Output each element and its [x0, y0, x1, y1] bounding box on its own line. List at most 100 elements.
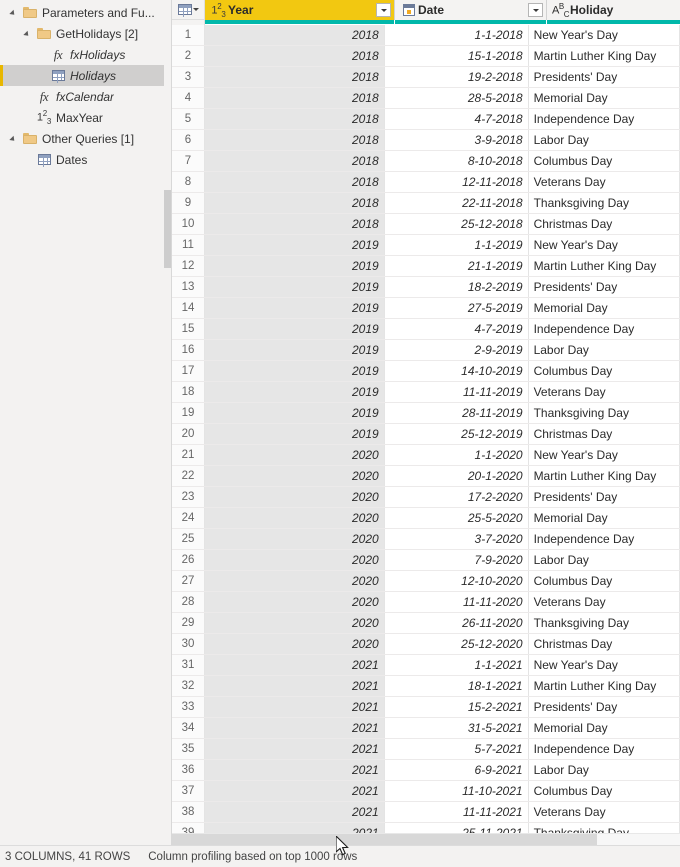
column-header-holiday[interactable]: ABCHoliday: [547, 0, 680, 20]
cell-year[interactable]: 2018: [205, 67, 385, 87]
cell-date[interactable]: 17-2-2020: [385, 487, 529, 507]
cell-year[interactable]: 2020: [205, 466, 385, 486]
cell-holiday[interactable]: Thanksgiving Day: [529, 613, 680, 633]
table-row[interactable]: 620183-9-2018Labor Day: [172, 130, 680, 151]
cell-holiday[interactable]: Memorial Day: [529, 718, 680, 738]
cell-holiday[interactable]: Labor Day: [529, 130, 680, 150]
cell-year[interactable]: 2018: [205, 172, 385, 192]
table-row[interactable]: 14201927-5-2019Memorial Day: [172, 298, 680, 319]
query-item-other-queries-1[interactable]: Other Queries [1]: [0, 128, 171, 149]
cell-holiday[interactable]: New Year's Day: [529, 445, 680, 465]
grid-horizontal-scrollbar[interactable]: [172, 833, 680, 845]
cell-holiday[interactable]: Christmas Day: [529, 634, 680, 654]
expand-collapse-toggle[interactable]: [20, 31, 34, 37]
cell-year[interactable]: 2018: [205, 46, 385, 66]
table-row[interactable]: 4201828-5-2018Memorial Day: [172, 88, 680, 109]
cell-year[interactable]: 2018: [205, 151, 385, 171]
cell-date[interactable]: 11-11-2019: [385, 382, 529, 402]
table-row[interactable]: 13201918-2-2019Presidents' Day: [172, 277, 680, 298]
cell-year[interactable]: 2018: [205, 88, 385, 108]
cell-holiday[interactable]: Presidents' Day: [529, 277, 680, 297]
cell-year[interactable]: 2021: [205, 802, 385, 822]
cell-date[interactable]: 12-11-2018: [385, 172, 529, 192]
cell-date[interactable]: 1-1-2021: [385, 655, 529, 675]
cell-date[interactable]: 25-12-2018: [385, 214, 529, 234]
table-row[interactable]: 29202026-11-2020Thanksgiving Day: [172, 613, 680, 634]
table-row[interactable]: 2620207-9-2020Labor Day: [172, 550, 680, 571]
cell-holiday[interactable]: Independence Day: [529, 529, 680, 549]
select-all-columns-button[interactable]: [172, 0, 205, 20]
table-row[interactable]: 19201928-11-2019Thanksgiving Day: [172, 403, 680, 424]
cell-date[interactable]: 22-11-2018: [385, 193, 529, 213]
cell-year[interactable]: 2019: [205, 361, 385, 381]
column-header-year[interactable]: 123Year: [205, 0, 395, 20]
cell-year[interactable]: 2019: [205, 382, 385, 402]
table-row[interactable]: 9201822-11-2018Thanksgiving Day: [172, 193, 680, 214]
cell-date[interactable]: 4-7-2019: [385, 319, 529, 339]
table-row[interactable]: 22202020-1-2020Martin Luther King Day: [172, 466, 680, 487]
cell-date[interactable]: 25-12-2019: [385, 424, 529, 444]
table-row[interactable]: 720188-10-2018Columbus Day: [172, 151, 680, 172]
table-row[interactable]: 1520194-7-2019Independence Day: [172, 319, 680, 340]
expand-collapse-toggle[interactable]: [6, 136, 20, 142]
cell-date[interactable]: 19-2-2018: [385, 67, 529, 87]
cell-holiday[interactable]: Labor Day: [529, 550, 680, 570]
table-row[interactable]: 32202118-1-2021Martin Luther King Day: [172, 676, 680, 697]
cell-date[interactable]: 25-12-2020: [385, 634, 529, 654]
cell-date[interactable]: 6-9-2021: [385, 760, 529, 780]
cell-holiday[interactable]: Memorial Day: [529, 298, 680, 318]
table-row[interactable]: 17201914-10-2019Columbus Day: [172, 361, 680, 382]
cell-date[interactable]: 18-2-2019: [385, 277, 529, 297]
expand-collapse-toggle[interactable]: [6, 10, 20, 16]
cell-holiday[interactable]: Veterans Day: [529, 172, 680, 192]
cell-year[interactable]: 2020: [205, 634, 385, 654]
cell-date[interactable]: 1-1-2020: [385, 445, 529, 465]
cell-year[interactable]: 2021: [205, 697, 385, 717]
cell-holiday[interactable]: Martin Luther King Day: [529, 46, 680, 66]
cell-year[interactable]: 2019: [205, 319, 385, 339]
table-row[interactable]: 23202017-2-2020Presidents' Day: [172, 487, 680, 508]
cell-holiday[interactable]: Columbus Day: [529, 151, 680, 171]
cell-date[interactable]: 7-9-2020: [385, 550, 529, 570]
cell-holiday[interactable]: Labor Day: [529, 340, 680, 360]
cell-date[interactable]: 14-10-2019: [385, 361, 529, 381]
cell-holiday[interactable]: Thanksgiving Day: [529, 193, 680, 213]
cell-holiday[interactable]: New Year's Day: [529, 25, 680, 45]
table-row[interactable]: 38202111-11-2021Veterans Day: [172, 802, 680, 823]
cell-holiday[interactable]: Christmas Day: [529, 424, 680, 444]
table-row[interactable]: 2201815-1-2018Martin Luther King Day: [172, 46, 680, 67]
cell-year[interactable]: 2020: [205, 592, 385, 612]
data-preview-grid[interactable]: 123YearDateABCHoliday 120181-1-2018New Y…: [172, 0, 680, 845]
table-row[interactable]: 3620216-9-2021Labor Day: [172, 760, 680, 781]
column-header-date[interactable]: Date: [395, 0, 547, 20]
cell-year[interactable]: 2020: [205, 445, 385, 465]
cell-holiday[interactable]: Martin Luther King Day: [529, 256, 680, 276]
table-row[interactable]: 30202025-12-2020Christmas Day: [172, 634, 680, 655]
cell-year[interactable]: 2020: [205, 508, 385, 528]
cell-year[interactable]: 2018: [205, 25, 385, 45]
cell-holiday[interactable]: Presidents' Day: [529, 487, 680, 507]
cell-year[interactable]: 2021: [205, 739, 385, 759]
cell-year[interactable]: 2019: [205, 256, 385, 276]
cell-holiday[interactable]: Presidents' Day: [529, 697, 680, 717]
cell-year[interactable]: 2020: [205, 613, 385, 633]
table-row[interactable]: 3201819-2-2018Presidents' Day: [172, 67, 680, 88]
queries-pane-scrollbar-thumb[interactable]: [164, 190, 171, 268]
cell-date[interactable]: 2-9-2019: [385, 340, 529, 360]
cell-date[interactable]: 4-7-2018: [385, 109, 529, 129]
cell-date[interactable]: 3-7-2020: [385, 529, 529, 549]
cell-holiday[interactable]: Independence Day: [529, 319, 680, 339]
cell-year[interactable]: 2021: [205, 781, 385, 801]
column-filter-dropdown-button[interactable]: [376, 3, 391, 17]
cell-year[interactable]: 2019: [205, 424, 385, 444]
table-row[interactable]: 520184-7-2018Independence Day: [172, 109, 680, 130]
cell-date[interactable]: 31-5-2021: [385, 718, 529, 738]
query-item-getholidays-2[interactable]: GetHolidays [2]: [0, 23, 171, 44]
cell-year[interactable]: 2018: [205, 109, 385, 129]
cell-year[interactable]: 2020: [205, 529, 385, 549]
cell-year[interactable]: 2020: [205, 487, 385, 507]
cell-holiday[interactable]: Christmas Day: [529, 214, 680, 234]
cell-date[interactable]: 8-10-2018: [385, 151, 529, 171]
cell-holiday[interactable]: Martin Luther King Day: [529, 676, 680, 696]
cell-date[interactable]: 28-11-2019: [385, 403, 529, 423]
